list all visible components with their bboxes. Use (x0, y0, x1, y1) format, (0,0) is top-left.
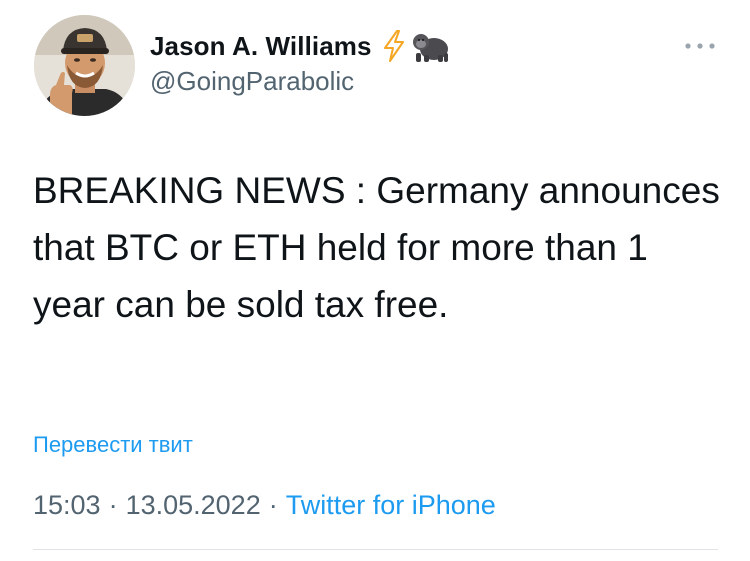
more-options-button[interactable] (682, 36, 718, 56)
tweet-text: BREAKING NEWS : Germany announces that B… (33, 170, 731, 325)
gorilla-icon (410, 29, 450, 63)
meta-separator: · (108, 490, 118, 520)
tweet-meta: 15:03 · 13.05.2022 · Twitter for iPhone (33, 490, 496, 521)
author-display-name[interactable]: Jason A. Williams (150, 31, 372, 62)
divider (33, 549, 718, 550)
tweet-source-link[interactable]: Twitter for iPhone (286, 490, 496, 521)
avatar[interactable] (34, 15, 135, 116)
translate-tweet-link[interactable]: Перевести твит (33, 432, 193, 458)
bolt-icon (382, 30, 406, 62)
tweet-date: 13.05.2022 (125, 490, 261, 520)
author-handle[interactable]: @GoingParabolic (150, 66, 354, 97)
avatar-photo (34, 15, 135, 116)
author-name-row: Jason A. Williams (150, 26, 450, 66)
more-dots-icon (685, 43, 715, 49)
tweet-card: Jason A. Williams @GoingParabolic BREAKI… (0, 0, 750, 561)
meta-separator: · (268, 490, 278, 520)
tweet-time: 15:03 (33, 490, 101, 520)
